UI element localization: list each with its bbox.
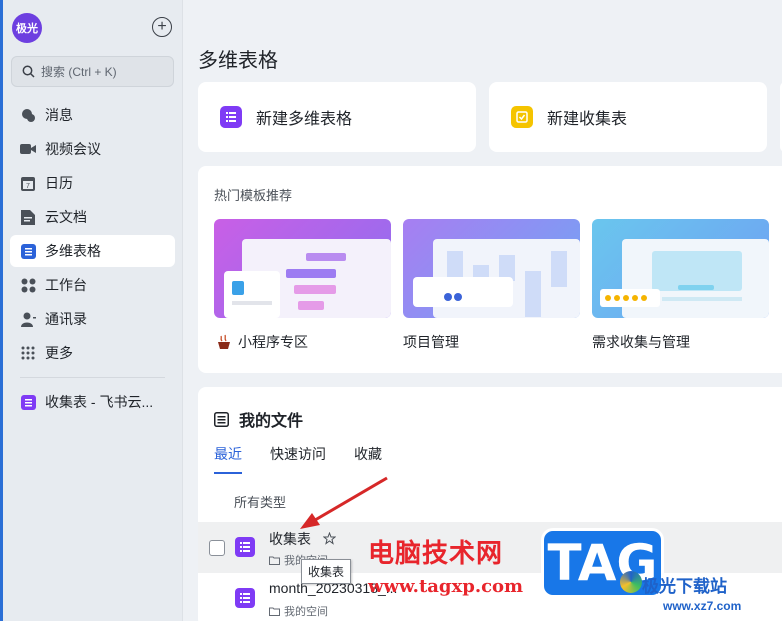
message-icon	[20, 107, 36, 123]
new-form-label: 新建收集表	[547, 111, 628, 128]
form-doc-icon	[20, 394, 36, 410]
sidebar-item-video-meeting[interactable]: 视频会议	[10, 133, 175, 165]
sidebar-divider	[20, 377, 165, 378]
folder-icon	[269, 556, 280, 565]
type-filter[interactable]: 所有类型	[234, 492, 286, 511]
sidebar-item-base[interactable]: 多维表格	[10, 235, 175, 267]
sidebar-item-contacts[interactable]: 通讯录	[10, 303, 175, 335]
my-files-title: 我的文件	[214, 407, 303, 431]
base-icon	[220, 106, 242, 128]
sidebar-item-messages[interactable]: 消息	[10, 99, 175, 131]
workplace-icon	[20, 277, 36, 293]
search-input[interactable]: 搜索 (Ctrl + K)	[11, 56, 174, 87]
new-base-label: 新建多维表格	[256, 111, 353, 128]
template-thumb-project[interactable]	[403, 219, 580, 318]
watermark-site-url: www.tagxp.com	[368, 576, 524, 597]
template-name: 需求收集与管理	[592, 334, 690, 350]
my-files-title-text: 我的文件	[239, 413, 304, 430]
file-tabs: 最近 快速访问 收藏	[214, 444, 410, 474]
avatar[interactable]: 极光	[12, 13, 42, 43]
xz-logo-icon	[620, 571, 642, 593]
sidebar: 极光 + 搜索 (Ctrl + K) 消息 视频会议 7 日历 云文档 多维表格…	[3, 0, 183, 621]
folder-icon	[269, 607, 280, 616]
file-location: 我的空间	[269, 603, 328, 619]
template-name: 项目管理	[403, 334, 459, 350]
video-icon	[20, 141, 36, 157]
base-file-icon	[235, 588, 255, 608]
template-label-requirements[interactable]: 需求收集与管理	[592, 332, 690, 352]
main-content: 多维表格 新建多维表格 新建收集表 热门模板推荐 小程序专区 项目管理 需求收集…	[184, 0, 782, 621]
sidebar-item-label: 通讯录	[45, 311, 87, 327]
new-base-button[interactable]: 新建多维表格	[198, 82, 476, 152]
sidebar-item-label: 收集表 - 飞书云...	[45, 394, 154, 410]
template-name: 小程序专区	[238, 334, 308, 350]
watermark-brand: 极光下载站	[642, 577, 727, 596]
row-checkbox[interactable]	[209, 540, 225, 556]
sidebar-item-more[interactable]: 更多	[10, 337, 175, 369]
template-label-miniprogram[interactable]: 小程序专区	[216, 332, 308, 352]
base-file-icon	[235, 537, 255, 557]
watermark-site-name: 电脑技术网	[368, 539, 504, 569]
template-thumb-miniprogram[interactable]	[214, 219, 391, 318]
svg-text:7: 7	[26, 183, 30, 190]
calendar-icon: 7	[20, 175, 36, 191]
page-title: 多维表格	[198, 50, 278, 72]
search-placeholder: 搜索 (Ctrl + K)	[41, 65, 117, 79]
cauldron-icon	[218, 334, 230, 349]
template-section-title: 热门模板推荐	[214, 188, 293, 203]
file-name-tooltip: 收集表	[301, 559, 352, 584]
template-label-project[interactable]: 项目管理	[403, 332, 459, 352]
sidebar-item-label: 更多	[45, 345, 73, 361]
sidebar-item-label: 日历	[45, 175, 73, 191]
sidebar-item-cloud-docs[interactable]: 云文档	[10, 201, 175, 233]
sidebar-item-label: 视频会议	[45, 141, 101, 157]
sidebar-item-label: 消息	[45, 107, 73, 123]
new-form-button[interactable]: 新建收集表	[489, 82, 767, 152]
sidebar-item-label: 云文档	[45, 209, 87, 225]
template-thumb-requirements[interactable]	[592, 219, 769, 318]
sidebar-item-label: 工作台	[45, 277, 87, 293]
search-icon	[22, 65, 35, 78]
file-location-text: 我的空间	[284, 606, 328, 618]
star-icon[interactable]	[322, 531, 337, 545]
annotation-arrow	[300, 476, 388, 529]
contacts-icon	[20, 311, 36, 327]
base-icon	[20, 243, 36, 259]
template-section: 热门模板推荐 小程序专区 项目管理 需求收集与管理	[198, 166, 782, 373]
form-icon	[511, 106, 533, 128]
watermark-brand-url: www.xz7.com	[663, 599, 742, 613]
sidebar-item-calendar[interactable]: 7 日历	[10, 167, 175, 199]
sidebar-nav: 消息 视频会议 7 日历 云文档 多维表格 工作台 通讯录 更多 收集表 - 飞…	[10, 99, 175, 420]
sidebar-item-label: 多维表格	[45, 243, 101, 259]
sidebar-item-workplace[interactable]: 工作台	[10, 269, 175, 301]
more-icon	[20, 345, 36, 361]
file-name-text: 收集表	[269, 531, 311, 547]
tab-recent[interactable]: 最近	[214, 444, 242, 474]
file-list-icon	[214, 411, 229, 427]
tab-quick-access[interactable]: 快速访问	[270, 444, 326, 474]
sidebar-recent-form[interactable]: 收集表 - 飞书云...	[10, 386, 175, 418]
cloud-doc-icon	[20, 209, 36, 225]
tab-favorites[interactable]: 收藏	[354, 444, 382, 474]
add-icon[interactable]: +	[152, 17, 172, 37]
